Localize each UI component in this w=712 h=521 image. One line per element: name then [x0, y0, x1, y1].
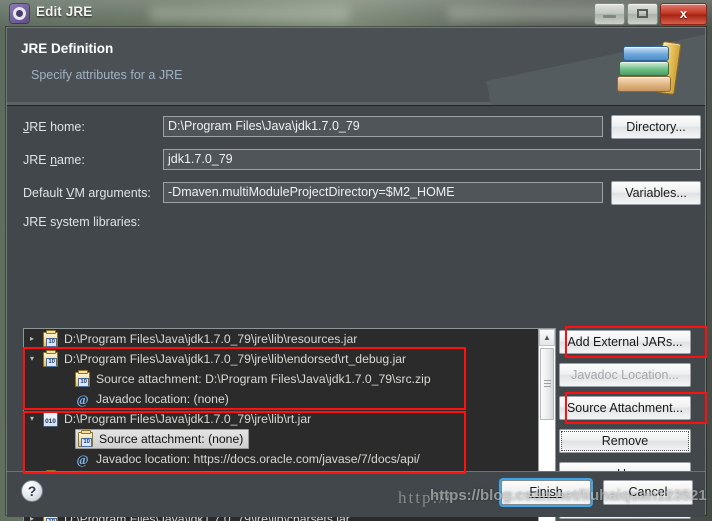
screenshot-root: Edit JRE x JRE Definition Specify attrib… [0, 0, 712, 521]
libraries-label-row: JRE system libraries: [23, 211, 140, 233]
jar-icon [43, 349, 58, 367]
dialog-footer: ? Finish Cancel [7, 471, 705, 517]
jar-icon [75, 369, 90, 387]
scrollbar-thumb[interactable] [540, 348, 554, 420]
tree-row-label: Javadoc location: https://docs.oracle.co… [96, 452, 420, 466]
book-blue [623, 46, 669, 61]
tree-row[interactable]: Source attachment: D:\Program Files\Java… [24, 369, 537, 389]
source-attachment-button[interactable]: Source Attachment... [559, 396, 691, 420]
jar-icon [43, 329, 58, 347]
window-titlebar[interactable]: Edit JRE x [0, 0, 712, 27]
tree-row-content: @ Javadoc location: (none) [75, 391, 229, 407]
page-title: JRE Definition [21, 41, 114, 56]
directory-button[interactable]: Directory... [611, 115, 701, 139]
vm-arguments-input[interactable]: -Dmaven.multiModuleProjectDirectory=$M2_… [163, 182, 603, 203]
javadoc-at-icon: @ [76, 391, 89, 407]
jre-home-input[interactable]: D:\Program Files\Java\jdk1.7.0_79 [163, 116, 603, 137]
tree-row-content: @ Javadoc location: https://docs.oracle.c… [75, 451, 420, 467]
tree-row[interactable]: @ Javadoc location: (none) [24, 389, 537, 409]
tree-row-content: D:\Program Files\Java\jdk1.7.0_79\jre\li… [43, 329, 358, 347]
finish-button[interactable]: Finish [501, 480, 591, 505]
close-button[interactable]: x [660, 3, 707, 25]
vm-args-label-row: Default VM arguments: [23, 182, 151, 204]
jar-plain-icon [43, 411, 58, 427]
tree-row-label: Source attachment: D:\Program Files\Java… [96, 372, 431, 386]
add-external-jars-button[interactable]: Add External JARs... [559, 330, 691, 354]
books-icon [617, 40, 689, 96]
remove-button[interactable]: Remove [559, 429, 691, 453]
jre-home-label: JRE home: [23, 120, 85, 134]
tree-row[interactable]: D:\Program Files\Java\jdk1.7.0_79\jre\li… [24, 409, 537, 429]
gear-icon [10, 4, 29, 23]
tree-row[interactable]: D:\Program Files\Java\jdk1.7.0_79\jre\li… [24, 329, 537, 349]
book-tan [617, 76, 671, 92]
jar-icon [78, 429, 93, 447]
chevron-down-icon[interactable] [30, 415, 43, 423]
tree-row-content: D:\Program Files\Java\jdk1.7.0_79\jre\li… [43, 411, 312, 427]
javadoc-location-button: Javadoc Location... [559, 363, 691, 387]
finish-button-label: Finish [529, 485, 563, 499]
edit-jre-dialog: JRE Definition Specify attributes for a … [6, 27, 707, 521]
tree-row[interactable]: Source attachment: (none) [24, 429, 537, 449]
tree-row[interactable]: @ Javadoc location: https://docs.oracle.c… [24, 449, 537, 469]
book-green [619, 61, 669, 76]
tree-row-content: D:\Program Files\Java\jdk1.7.0_79\jre\li… [43, 349, 407, 367]
vm-arguments-label: Default VM arguments: [23, 186, 151, 200]
javadoc-at-icon: @ [76, 451, 89, 467]
maximize-button[interactable] [627, 3, 658, 25]
tree-row-label: Source attachment: (none) [99, 432, 244, 446]
dialog-body: JRE home: D:\Program Files\Java\jdk1.7.0… [7, 106, 707, 521]
minimize-button[interactable] [594, 3, 625, 25]
tree-row-label: D:\Program Files\Java\jdk1.7.0_79\jre\li… [64, 412, 312, 426]
tree-row-label: D:\Program Files\Java\jdk1.7.0_79\jre\li… [64, 332, 358, 346]
help-icon[interactable]: ? [21, 480, 43, 502]
chevron-right-icon[interactable] [30, 335, 43, 343]
page-subtitle: Specify attributes for a JRE [31, 68, 183, 82]
tree-row-label: D:\Program Files\Java\jdk1.7.0_79\jre\li… [64, 352, 407, 366]
variables-button[interactable]: Variables... [611, 181, 701, 205]
scroll-up-icon[interactable]: ▲ [539, 329, 555, 346]
jre-home-label-row: JRE home: [23, 116, 85, 138]
jre-name-input[interactable]: jdk1.7.0_79 [163, 149, 701, 170]
dialog-header: JRE Definition Specify attributes for a … [7, 28, 705, 106]
jre-name-label: JRE name: [23, 153, 85, 167]
jre-system-libraries-label: JRE system libraries: [23, 215, 141, 229]
window-controls: x [594, 3, 707, 25]
window-title: Edit JRE [36, 4, 93, 19]
tree-row-content: Source attachment: (none) [75, 429, 250, 449]
jre-name-label-row: JRE name: [23, 149, 85, 171]
tree-row[interactable]: D:\Program Files\Java\jdk1.7.0_79\jre\li… [24, 349, 537, 369]
chevron-down-icon[interactable] [30, 355, 43, 363]
tree-row-content: Source attachment: D:\Program Files\Java… [75, 369, 431, 387]
cancel-button[interactable]: Cancel [603, 480, 693, 505]
tree-row-label: Javadoc location: (none) [96, 392, 229, 406]
